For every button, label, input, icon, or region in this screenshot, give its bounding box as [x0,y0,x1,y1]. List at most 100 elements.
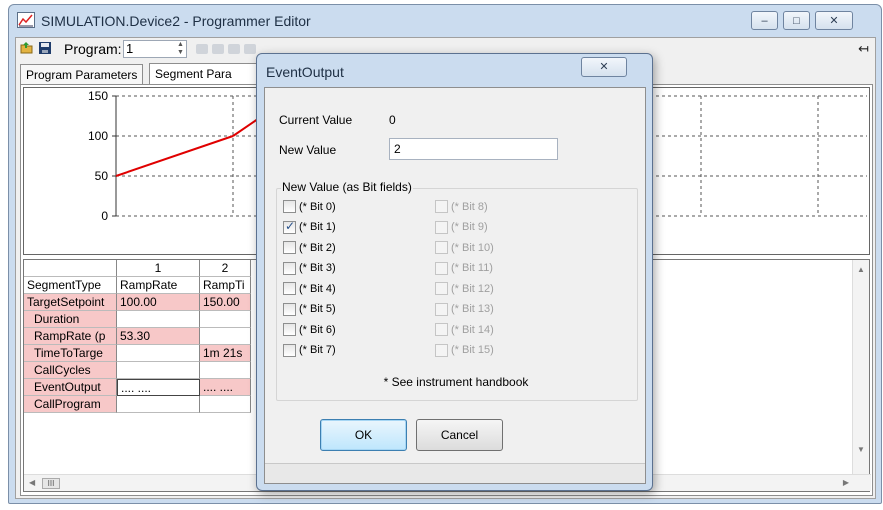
bit-checkbox[interactable] [283,282,296,295]
cut-icon[interactable] [196,44,208,54]
row-header[interactable]: EventOutput [24,379,117,396]
bit-label: (* Bit 10) [451,241,494,254]
row-header[interactable]: Duration [24,311,117,328]
row-header[interactable]: CallCycles [24,362,117,379]
grid-cell[interactable] [117,345,200,362]
bit-checkbox-row[interactable]: (* Bit 0) [283,200,336,213]
maximize-icon: □ [793,14,800,27]
bit-checkbox-row[interactable]: (* Bit 2) [283,241,336,254]
bit-label: (* Bit 14) [451,323,494,336]
grid-cell[interactable] [200,396,251,413]
new-value-input[interactable]: 2 [389,138,558,160]
grid-cell[interactable]: 150.00 [200,294,251,311]
y-tick-label: 150 [88,89,108,103]
column-header: 2 [200,260,251,277]
copy-icon[interactable] [212,44,224,54]
insert-segment-icon[interactable] [244,44,256,54]
vertical-scrollbar[interactable]: ▲ ▼ [852,260,869,474]
bit-checkbox [435,261,448,275]
grid-cell[interactable]: 1m 21s [200,345,251,362]
close-button[interactable]: ✕ [815,11,853,30]
bit-label: (* Bit 9) [451,221,488,233]
bit-label: (* Bit 7) [299,344,336,356]
row-header[interactable]: TargetSetpoint [24,294,117,311]
row-header[interactable]: CallProgram [24,396,117,413]
row-header[interactable]: TimeToTarge [24,345,117,362]
bit-checkbox[interactable] [283,343,296,357]
tab-segment-parameters[interactable]: Segment Para [149,63,269,85]
pin-icon[interactable]: ↤ [858,41,869,57]
bit-checkbox[interactable] [283,302,296,316]
bit-checkbox-row: (* Bit 14) [435,323,494,336]
grid-cell[interactable]: RampRate [117,277,200,294]
grid-cell[interactable]: .... .... [117,379,200,396]
ok-button[interactable]: OK [320,419,407,451]
window-title: SIMULATION.Device2 - Programmer Editor [41,13,311,29]
bit-label: (* Bit 4) [299,282,336,295]
y-tick-label: 0 [101,209,108,223]
bit-checkbox-row: (* Bit 8) [435,200,488,213]
cancel-button[interactable]: Cancel [416,419,503,451]
bit-checkbox-row: (* Bit 11) [435,261,493,275]
dialog-close-button[interactable]: ✕ [581,57,627,77]
row-header[interactable]: RampRate (p [24,328,117,345]
handbook-note: * See instrument handbook [383,375,529,389]
bit-checkbox-row[interactable]: (* Bit 4) [283,282,336,295]
bit-checkbox-row[interactable]: (* Bit 3) [283,261,336,275]
app-chart-icon [17,12,35,28]
tab-program-parameters[interactable]: Program Parameters [20,64,144,85]
dialog-title: EventOutput [266,64,344,80]
paste-icon[interactable] [228,44,240,54]
bit-checkbox-row: (* Bit 13) [435,302,494,316]
bit-checkbox[interactable] [283,261,296,275]
current-value-label: Current Value [279,113,353,127]
event-output-dialog: EventOutput ✕ Current Value 0 New Value … [256,53,653,491]
minimize-button[interactable]: – [751,11,778,30]
bit-label: (* Bit 2) [299,241,336,254]
grid-cell[interactable]: 100.00 [117,294,200,311]
bit-label: (* Bit 11) [451,262,493,274]
bit-checkbox[interactable] [283,323,296,336]
bit-checkbox[interactable] [283,200,296,213]
bit-label: (* Bit 12) [451,282,494,295]
bitfields-label: New Value (as Bit fields) [281,180,413,194]
save-icon[interactable] [38,41,52,55]
bit-checkbox-row[interactable]: (* Bit 6) [283,323,336,336]
bit-label: (* Bit 13) [451,303,494,315]
bit-checkbox-row[interactable]: (* Bit 5) [283,302,336,316]
grid-cell[interactable]: 53.30 [117,328,200,345]
bit-label: (* Bit 8) [451,200,488,213]
open-folder-icon[interactable] [20,41,34,55]
minimize-icon: – [761,14,768,27]
title-bar[interactable]: SIMULATION.Device2 - Programmer Editor –… [9,5,881,35]
scroll-up-icon[interactable]: ▲ [857,265,865,274]
grid-cell[interactable] [200,362,251,379]
scroll-thumb[interactable]: III [42,478,60,489]
grid-cell[interactable]: .... .... [200,379,251,396]
bit-checkbox-row[interactable]: (* Bit 1) [283,219,336,234]
grid-cell[interactable] [200,328,251,345]
bit-label: (* Bit 15) [451,344,494,356]
grid-cell[interactable] [200,311,251,328]
grid-cell[interactable] [117,311,200,328]
bit-checkbox [435,241,448,254]
row-header[interactable]: SegmentType [24,277,117,294]
scroll-down-icon[interactable]: ▼ [857,445,865,454]
grid-cell[interactable] [117,396,200,413]
close-icon: ✕ [829,15,839,27]
grid-cell[interactable] [117,362,200,379]
maximize-button[interactable]: □ [783,11,810,30]
bit-checkbox[interactable] [283,219,296,234]
bit-checkbox-row: (* Bit 15) [435,343,494,357]
dialog-body: Current Value 0 New Value 2 New Value (a… [264,87,646,484]
bit-checkbox-row[interactable]: (* Bit 7) [283,343,336,357]
y-tick-label: 100 [88,129,108,143]
scroll-right-icon[interactable]: ▶ [843,478,849,487]
bit-checkbox[interactable] [283,241,296,254]
bit-label: (* Bit 0) [299,200,336,213]
grid-cell[interactable]: RampTi [200,277,251,294]
bit-checkbox [435,282,448,295]
scroll-left-icon[interactable]: ◀ [29,478,35,487]
program-spinner[interactable]: ▲ ▼ [175,41,186,57]
bit-label: (* Bit 3) [299,262,336,274]
